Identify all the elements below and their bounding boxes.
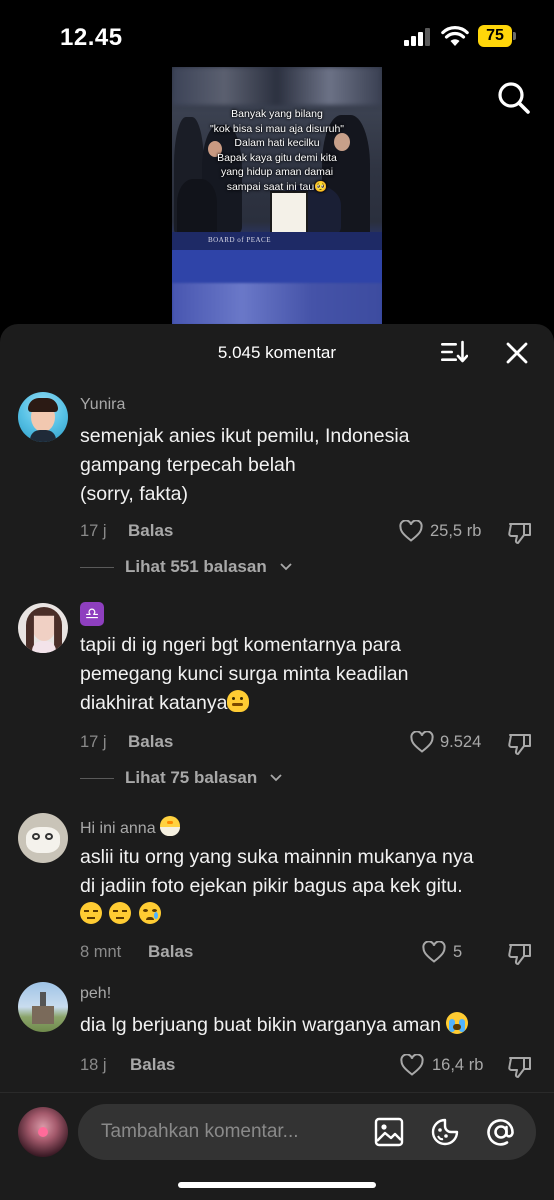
heart-icon [422,941,446,963]
view-replies-button[interactable]: Lihat 551 balasan [80,557,320,577]
avatar[interactable] [18,813,68,863]
reply-button[interactable]: Balas [130,1055,175,1075]
dislike-icon[interactable] [507,1054,533,1080]
comment-input[interactable]: Tambahkan komentar... [78,1104,536,1160]
comment-username[interactable]: peh! [80,985,111,1003]
pensive-face-emoji [80,902,102,924]
image-icon[interactable] [374,1117,404,1147]
melting-face-emoji [227,690,250,712]
comment-text: dia lg berjuang buat bikin warganya aman [80,1011,540,1040]
comment-time: 17 j [80,522,107,540]
like-button[interactable]: 5 [422,941,472,965]
like-count: 25,5 rb [430,522,482,540]
comment-username[interactable]: Yunira [80,396,125,414]
dislike-icon[interactable] [507,941,533,967]
heart-icon [399,520,423,542]
cellular-signal-icon [404,28,434,46]
close-icon[interactable] [505,341,529,365]
sort-icon[interactable] [440,340,468,364]
comment-input-placeholder: Tambahkan komentar... [101,1121,299,1142]
video-caption: Banyak yang bilang "kok bisa si mau aja … [209,108,345,193]
avatar[interactable] [18,392,68,442]
reply-button[interactable]: Balas [148,942,193,962]
chevron-down-icon [270,774,282,782]
emoji-row [80,901,540,930]
dislike-icon[interactable] [507,731,533,757]
avatar[interactable] [18,603,68,653]
like-count: 16,4 rb [432,1056,484,1074]
comment-username[interactable]: Hi ini anna [80,816,181,838]
status-bar: 12.45 75 [0,0,554,70]
comment-time: 8 mnt [80,943,122,961]
loudly-crying-face-emoji [446,1012,469,1034]
emoji-icon[interactable] [430,1117,460,1147]
like-button[interactable]: 25,5 rb [399,520,489,544]
pensive-face-emoji [109,902,132,924]
my-avatar[interactable] [18,1107,68,1157]
dislike-icon[interactable] [507,520,533,546]
like-count: 9.524 [440,733,482,751]
like-count: 5 [453,943,463,961]
reply-button[interactable]: Balas [128,521,173,541]
crying-face-emoji [138,902,161,924]
view-replies-button[interactable]: Lihat 75 balasan [80,768,320,788]
comment-text: semenjak anies ikut pemilu, Indonesia ga… [80,425,410,505]
comment-count-title: 5.045 komentar [217,343,337,362]
home-indicator [178,1182,376,1188]
comment-time: 18 j [80,1056,107,1074]
comment-time: 17 j [80,733,107,751]
banner-text: BOARD of PEACE [208,236,272,244]
battery-icon: 75 [478,25,516,47]
wifi-icon [441,26,469,46]
search-icon[interactable] [496,80,532,116]
signed-document [270,191,308,235]
comment-username[interactable]: ♎ [80,602,104,626]
heart-icon [410,731,434,753]
hatching-chick-emoji [160,816,181,836]
battery-level: 75 [478,25,512,47]
chevron-down-icon [280,563,292,571]
avatar[interactable] [18,982,68,1032]
like-button[interactable]: 9.524 [410,731,490,755]
status-time: 12.45 [60,24,123,51]
comment-text: aslii itu orng yang suka mainnin mukanya… [80,843,540,930]
like-button[interactable]: 16,4 rb [400,1054,490,1078]
mention-icon[interactable] [486,1117,516,1147]
video-thumbnail[interactable]: BOARD of PEACE Banyak yang bilang "kok b… [172,67,382,325]
comment-text: tapii di ig ngeri bgt komentarnya para p… [80,634,409,714]
reply-button[interactable]: Balas [128,732,173,752]
heart-icon [400,1054,424,1076]
